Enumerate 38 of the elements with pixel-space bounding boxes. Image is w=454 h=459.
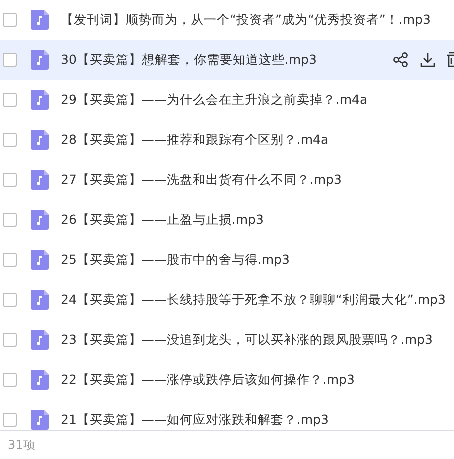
file-name[interactable]: 23【买卖篇】——没追到龙头，可以买补涨的跟风股票吗？.mp3 xyxy=(61,332,433,348)
checkbox[interactable] xyxy=(3,333,17,347)
audio-file-icon xyxy=(31,250,49,270)
delete-icon[interactable] xyxy=(447,52,454,68)
download-icon[interactable] xyxy=(420,52,436,68)
file-name[interactable]: 27【买卖篇】——洗盘和出货有什么不同？.mp3 xyxy=(61,172,342,188)
file-name[interactable]: 21【买卖篇】——如何应对涨跌和解套？.mp3 xyxy=(61,412,329,428)
file-name[interactable]: 29【买卖篇】——为什么会在主升浪之前卖掉？.m4a xyxy=(61,92,368,108)
checkbox[interactable] xyxy=(3,293,17,307)
checkbox[interactable] xyxy=(3,373,17,387)
file-name[interactable]: 28【买卖篇】——推荐和跟踪有个区别？.m4a xyxy=(61,132,329,148)
checkbox[interactable] xyxy=(3,13,17,27)
item-count: 31项 xyxy=(8,436,36,454)
checkbox[interactable] xyxy=(3,133,17,147)
checkbox[interactable] xyxy=(3,413,17,427)
file-name[interactable]: 24【买卖篇】——长线持股等于死拿不放？聊聊“利润最大化”.mp3 xyxy=(61,292,446,308)
audio-file-icon xyxy=(31,370,49,390)
checkbox[interactable] xyxy=(3,173,17,187)
file-name[interactable]: 30【买卖篇】想解套，你需要知道这些.mp3 xyxy=(61,52,317,68)
audio-file-icon xyxy=(31,210,49,230)
audio-file-icon xyxy=(31,290,49,310)
audio-file-icon xyxy=(31,90,49,110)
file-name[interactable]: 26【买卖篇】——止盈与止损.mp3 xyxy=(61,212,264,228)
file-row[interactable]: 30【买卖篇】想解套，你需要知道这些.mp3 xyxy=(0,40,454,80)
audio-file-icon xyxy=(31,50,49,70)
audio-file-icon xyxy=(31,170,49,190)
file-name[interactable]: 22【买卖篇】——涨停或跌停后该如何操作？.mp3 xyxy=(61,372,355,388)
checkbox[interactable] xyxy=(3,53,17,67)
checkbox[interactable] xyxy=(3,253,17,267)
file-name[interactable]: 【发刊词】顺势而为，从一个“投资者”成为“优秀投资者”！.mp3 xyxy=(61,12,431,28)
audio-file-icon xyxy=(31,410,49,430)
audio-file-icon xyxy=(31,130,49,150)
checkbox[interactable] xyxy=(3,93,17,107)
audio-file-icon xyxy=(31,330,49,350)
audio-file-icon xyxy=(31,10,49,30)
file-name[interactable]: 25【买卖篇】——股市中的舍与得.mp3 xyxy=(61,252,290,268)
checkbox[interactable] xyxy=(3,213,17,227)
share-icon[interactable] xyxy=(393,52,409,68)
